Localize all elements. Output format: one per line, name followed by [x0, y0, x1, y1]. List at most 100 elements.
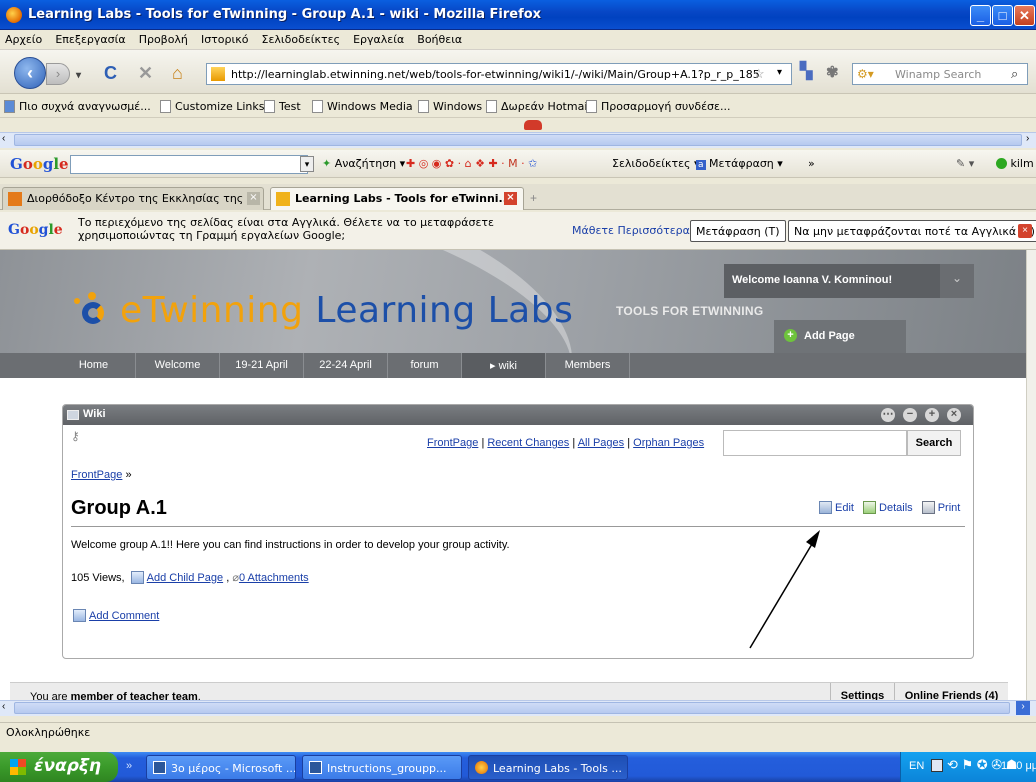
welcome-user-button[interactable]: Welcome Ioanna V. Komninou!: [724, 264, 940, 298]
menu-edit[interactable]: Επεξεργασία: [50, 30, 130, 46]
bookmark-windows[interactable]: Windows: [418, 100, 482, 113]
taskbar-word-doc-1[interactable]: 3ο μέρος - Microsoft ...: [146, 755, 296, 780]
learn-more-link[interactable]: Μάθετε Περισσότερα: [572, 224, 690, 237]
nav-forum[interactable]: forum: [388, 353, 462, 378]
home-icon[interactable]: ⌂: [172, 64, 183, 82]
settings-button[interactable]: Settings: [830, 683, 894, 700]
tab-learning-labs[interactable]: Learning Labs - Tools for eTwinni... ×: [270, 187, 524, 210]
nav-welcome[interactable]: Welcome: [136, 353, 220, 378]
minimize-button[interactable]: _: [970, 5, 991, 26]
reload-icon[interactable]: C: [104, 64, 117, 82]
frontpage-link[interactable]: FrontPage: [427, 437, 478, 449]
close-translate-icon[interactable]: ×: [1018, 224, 1032, 238]
google-bookmarks-button[interactable]: Σελιδοδείκτες ▾: [612, 157, 700, 170]
wiki-search-button[interactable]: Search: [907, 430, 961, 456]
scrollbar-thumb[interactable]: [14, 134, 1022, 146]
wrench-icon[interactable]: ✎ ▾: [956, 157, 974, 170]
tab-close-icon[interactable]: ×: [504, 192, 517, 205]
addon-grid-icon[interactable]: ▚: [800, 63, 812, 81]
nav-members[interactable]: Members: [546, 353, 630, 378]
google-search-dropdown[interactable]: ▾: [300, 156, 314, 172]
close-button[interactable]: ✕: [1014, 5, 1035, 26]
search-engine-icon[interactable]: ⚙▾: [857, 67, 874, 81]
search-icon[interactable]: ⌕: [1011, 66, 1018, 82]
google-search-input[interactable]: [70, 155, 308, 174]
nav-22-24-april[interactable]: 22-24 April: [304, 353, 388, 378]
toolbar-icons-group[interactable]: ✚ ◎ ◉ ✿ · ⌂ ❖ ✚ · M · ✩: [406, 157, 537, 170]
breadcrumb-frontpage-link[interactable]: FrontPage: [71, 469, 122, 481]
menu-view[interactable]: Προβολή: [134, 30, 193, 46]
edit-link[interactable]: Edit: [835, 502, 854, 514]
scroll-left-icon[interactable]: ‹: [2, 701, 5, 712]
never-translate-button[interactable]: Να μην μεταφράζονται ποτέ τα Αγγλικά (Τ): [788, 220, 1036, 242]
bookmark-customize-links[interactable]: Customize Links: [160, 100, 265, 113]
scrollbar-thumb[interactable]: [14, 702, 1010, 714]
maximize-button[interactable]: □: [992, 5, 1013, 26]
user-menu-chevron-icon[interactable]: ⌄: [940, 264, 974, 298]
bookmark-test[interactable]: Test: [264, 100, 301, 113]
edit-action[interactable]: Edit: [819, 501, 854, 514]
add-comment-link[interactable]: Add Comment: [89, 610, 159, 622]
start-button[interactable]: έναρξη: [0, 752, 118, 782]
horizontal-scrollbar[interactable]: ‹ ›: [0, 700, 1036, 716]
quicklaunch-chevron-icon[interactable]: »: [126, 760, 132, 772]
add-page-button[interactable]: + Add Page: [774, 320, 906, 353]
nav-home[interactable]: Home: [52, 353, 136, 378]
options-icon[interactable]: ⋯: [881, 408, 895, 422]
search-engine-box[interactable]: ⚙▾ Winamp Search ⌕: [852, 63, 1028, 85]
new-tab-icon[interactable]: +: [530, 191, 537, 205]
maximize-portlet-icon[interactable]: +: [925, 408, 939, 422]
details-action[interactable]: Details: [863, 501, 913, 514]
forward-button[interactable]: ›: [46, 63, 70, 85]
scroll-left-icon[interactable]: ‹: [2, 133, 5, 144]
orphan-pages-link[interactable]: Orphan Pages: [633, 437, 704, 449]
menu-history[interactable]: Ιστορικό: [196, 30, 254, 46]
user-status[interactable]: kilm: [996, 157, 1034, 170]
bookmark-windows-media[interactable]: Windows Media: [312, 100, 413, 113]
bookmark-hotmail[interactable]: Δωρεάν Hotmail: [486, 100, 590, 113]
translate-page-button[interactable]: Μετάφραση (Τ): [690, 220, 786, 242]
help-tray-icon[interactable]: [931, 759, 943, 772]
menu-file[interactable]: Αρχείο: [0, 30, 47, 46]
tab-orthodox-center[interactable]: Διορθόδοξο Κέντρο της Εκκλησίας της ... …: [2, 187, 264, 210]
vertical-scrollbar[interactable]: [1026, 250, 1036, 700]
minimize-portlet-icon[interactable]: −: [903, 408, 917, 422]
toolbar-more-button[interactable]: »: [808, 157, 815, 170]
tab-close-icon[interactable]: ×: [247, 192, 260, 205]
window-title-bar[interactable]: Learning Labs - Tools for eTwinning - Gr…: [0, 0, 1036, 30]
print-action[interactable]: Print: [921, 501, 961, 514]
star-bookmark-icon[interactable]: ☆: [753, 66, 765, 82]
menu-bookmarks[interactable]: Σελιδοδείκτες: [257, 30, 346, 46]
add-comment[interactable]: Add Comment: [73, 609, 159, 622]
scroll-right-icon[interactable]: ›: [1026, 133, 1029, 144]
toolbar-scrollbar[interactable]: ‹ ›: [0, 132, 1036, 148]
google-search-button[interactable]: ✦ Αναζήτηση ▾: [322, 157, 405, 170]
google-translate-button[interactable]: a Μετάφραση ▾: [696, 157, 783, 170]
bookmark-customize[interactable]: Προσαρμογή συνδέσε...: [586, 100, 730, 113]
addon-puzzle-icon[interactable]: ✾: [826, 64, 839, 82]
url-bar[interactable]: http://learninglab.etwinning.net/web/too…: [206, 63, 792, 85]
bookmark-most-visited[interactable]: Πιο συχνά αναγνωσμέ...: [4, 100, 151, 113]
attachments-link[interactable]: 0 Attachments: [239, 572, 309, 584]
site-logo[interactable]: eTwinning Learning Labs: [120, 290, 573, 331]
scroll-right-icon[interactable]: ›: [1016, 701, 1030, 715]
add-child-page-link[interactable]: Add Child Page: [147, 572, 223, 584]
taskbar-firefox[interactable]: Learning Labs - Tools ...: [468, 755, 628, 780]
nav-19-21-april[interactable]: 19-21 April: [220, 353, 304, 378]
wiki-search-input[interactable]: [723, 430, 907, 456]
back-button[interactable]: ‹: [14, 57, 46, 89]
online-friends-button[interactable]: Online Friends (4): [894, 683, 1008, 700]
url-dropdown-icon[interactable]: ▾: [777, 67, 782, 78]
menu-tools[interactable]: Εργαλεία: [348, 30, 409, 46]
recent-changes-link[interactable]: Recent Changes: [487, 437, 569, 449]
details-link[interactable]: Details: [879, 502, 913, 514]
close-portlet-icon[interactable]: ×: [947, 408, 961, 422]
menu-help[interactable]: Βοήθεια: [412, 30, 467, 46]
taskbar-word-doc-2[interactable]: Instructions_groupp...: [302, 755, 462, 780]
print-link[interactable]: Print: [938, 502, 961, 514]
stop-icon[interactable]: ✕: [138, 64, 153, 82]
language-indicator[interactable]: EN: [909, 760, 924, 772]
all-pages-link[interactable]: All Pages: [578, 437, 624, 449]
history-dropdown-icon[interactable]: ▾: [76, 67, 81, 85]
nav-wiki[interactable]: ▸ wiki: [462, 353, 546, 378]
